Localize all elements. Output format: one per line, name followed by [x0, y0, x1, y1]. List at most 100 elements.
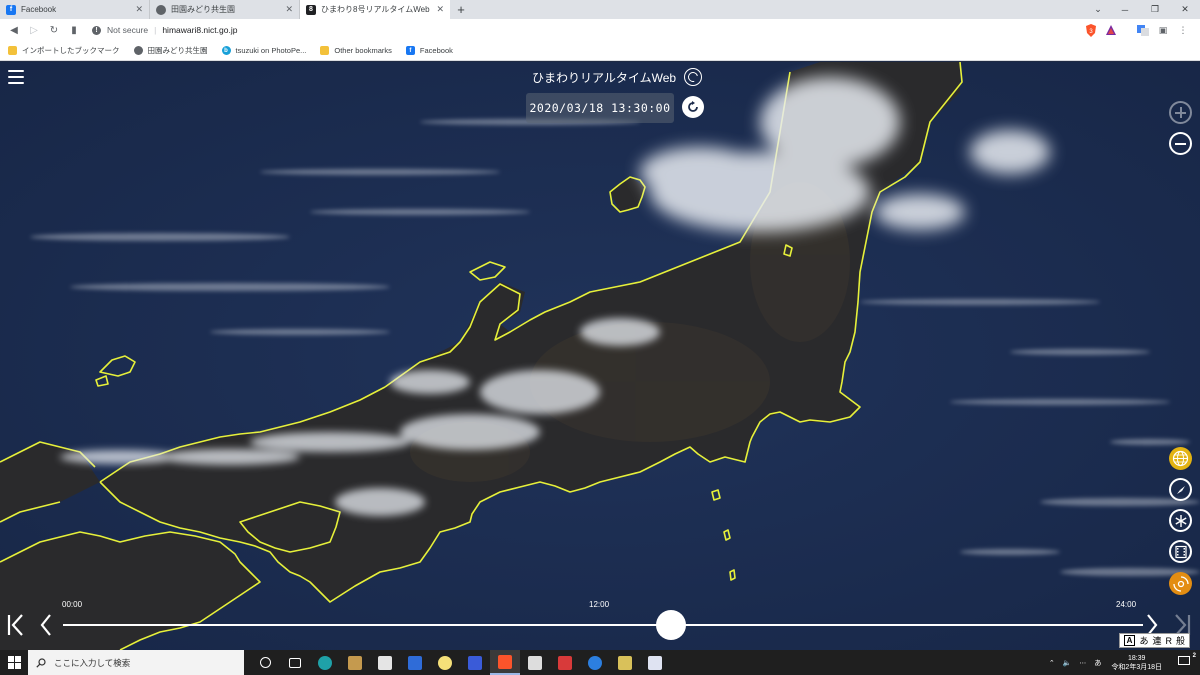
bookmark-icon[interactable]: ▮	[64, 19, 84, 41]
store-icon	[378, 655, 392, 670]
forward-button[interactable]: ▷	[24, 19, 44, 41]
bookmark-facebook[interactable]: f Facebook	[405, 46, 453, 55]
close-window-button[interactable]: ✕	[1170, 0, 1200, 19]
ime-item[interactable]: R	[1165, 636, 1172, 646]
back-button[interactable]: ◀	[4, 19, 24, 41]
network-icon[interactable]: ⋯	[1075, 659, 1090, 667]
bookmark-other[interactable]: Other bookmarks	[320, 46, 392, 55]
brave-shield-icon[interactable]: 3	[1084, 23, 1098, 37]
satellite-viewport[interactable]: ひまわりリアルタイムWeb 2020/03/18 13:30:00 00:00 …	[0, 62, 1200, 650]
tab-close-icon[interactable]: ✕	[436, 4, 444, 15]
app-icon	[438, 655, 452, 670]
tab-close-icon[interactable]: ✕	[135, 4, 143, 15]
app-button[interactable]	[520, 650, 550, 675]
toolbar-divider	[1124, 23, 1130, 37]
extensions-area: 3 ▣ ⋮	[1084, 23, 1200, 37]
tab-search-icon[interactable]: ⌄	[1086, 0, 1110, 19]
app-button[interactable]	[460, 650, 490, 675]
timeline-end-label: 24:00	[1116, 600, 1137, 609]
zoom-in-button[interactable]	[1169, 101, 1192, 124]
tray-overflow-icon[interactable]: ⌃	[1045, 659, 1059, 667]
start-button[interactable]	[0, 650, 28, 675]
store-button[interactable]	[370, 650, 400, 675]
explorer-icon	[408, 655, 422, 670]
bookmark-denen[interactable]: 田園みどり共生園	[133, 45, 208, 56]
extensions-icon[interactable]: ▣	[1156, 23, 1170, 37]
compass-button[interactable]	[1169, 478, 1192, 501]
info-icon[interactable]: !	[92, 25, 101, 35]
address-bar[interactable]: ! Not secure | himawari8.nict.go.jp	[84, 21, 1084, 39]
ime-mode-indicator[interactable]: あ	[1090, 658, 1105, 668]
satellite-image[interactable]	[0, 62, 1200, 650]
menu-dots-icon[interactable]: ⋮	[1176, 23, 1190, 37]
tab-title: 田園みどり共生園	[171, 5, 235, 14]
menu-line	[8, 76, 24, 78]
cortana-button[interactable]	[250, 650, 280, 675]
clock[interactable]: 18:39 令和2年3月18日	[1105, 654, 1168, 672]
ime-item[interactable]: A	[1123, 635, 1136, 646]
tab-strip: f Facebook ✕ 田園みどり共生園 ✕ 8 ひまわり8号リアルタイムWe…	[0, 0, 1200, 19]
taskbar-search[interactable]: ここに入力して検索	[28, 650, 244, 675]
timeline-mid-label: 12:00	[589, 600, 610, 609]
tab-denen[interactable]: 田園みどり共生園 ✕	[150, 0, 300, 19]
app-button[interactable]	[610, 650, 640, 675]
security-status: Not secure	[107, 25, 149, 35]
timeline-start-label: 00:00	[62, 600, 83, 609]
search-placeholder: ここに入力して検索	[54, 657, 131, 668]
new-tab-button[interactable]: +	[450, 0, 472, 19]
globe-button[interactable]	[1169, 447, 1192, 470]
app-button[interactable]	[340, 650, 370, 675]
menu-button[interactable]	[8, 70, 24, 84]
timeline-track[interactable]	[63, 624, 1143, 626]
minimize-button[interactable]: ─	[1110, 0, 1140, 19]
bookmark-photopea[interactable]: b tsuzuki on PhotoPe...	[221, 46, 307, 55]
task-view-button[interactable]	[280, 650, 310, 675]
snowflake-icon	[1174, 514, 1187, 527]
minus-icon	[1175, 142, 1186, 145]
notification-button[interactable]: 2	[1168, 653, 1200, 669]
app-icon	[348, 655, 362, 670]
bookmark-label: tsuzuki on PhotoPe...	[235, 46, 307, 55]
edge-button[interactable]	[310, 650, 340, 675]
facebook-icon: f	[6, 4, 16, 15]
app-title-text: ひまわりリアルタイムWeb	[532, 70, 677, 85]
prev-frame-button[interactable]	[34, 610, 58, 640]
system-tray: ⌃ 🔈 ⋯ あ 18:39 令和2年3月18日 2	[1045, 650, 1200, 675]
tab-close-icon[interactable]: ✕	[285, 4, 293, 15]
bookmark-label: Facebook	[419, 46, 453, 55]
volume-icon[interactable]: 🔈	[1059, 659, 1076, 667]
ime-item[interactable]: あ	[1139, 634, 1148, 647]
tab-himawari[interactable]: 8 ひまわり8号リアルタイムWeb - NICT ✕	[300, 0, 450, 19]
app-button[interactable]	[580, 650, 610, 675]
app-button[interactable]	[550, 650, 580, 675]
brave-icon	[498, 654, 512, 669]
app-button[interactable]	[430, 650, 460, 675]
ime-toolbar[interactable]: A あ 連 R 般	[1118, 633, 1190, 648]
translate-icon[interactable]	[1136, 23, 1150, 37]
timeline-handle[interactable]	[655, 610, 686, 640]
taskbar: ここに入力して検索 ⌃ 🔈 ⋯ あ 18:39 令和2年3月18日 2	[0, 650, 1200, 675]
datetime-text: 2020/03/18 13:30:00	[529, 101, 671, 115]
datetime-display[interactable]: 2020/03/18 13:30:00	[526, 93, 674, 123]
snow-button[interactable]	[1169, 509, 1192, 532]
first-frame-button[interactable]	[4, 610, 28, 640]
folder-icon	[320, 46, 330, 55]
brave-rewards-icon[interactable]	[1104, 23, 1118, 37]
nict-logo-icon	[684, 68, 703, 86]
app-button[interactable]	[640, 650, 670, 675]
tab-title: Facebook	[21, 5, 57, 14]
tab-facebook[interactable]: f Facebook ✕	[0, 0, 150, 19]
refresh-button[interactable]	[682, 96, 704, 118]
ime-item[interactable]: 連	[1152, 634, 1161, 647]
brave-button[interactable]	[490, 650, 520, 675]
menu-line	[8, 82, 24, 84]
maximize-button[interactable]: ❐	[1140, 0, 1170, 19]
reload-button[interactable]: ↻	[44, 19, 64, 41]
explorer-button[interactable]	[400, 650, 430, 675]
ime-item[interactable]: 般	[1176, 634, 1185, 647]
typhoon-button[interactable]	[1169, 572, 1192, 595]
movie-button[interactable]	[1169, 540, 1192, 563]
zoom-out-button[interactable]	[1169, 132, 1192, 155]
bookmark-imported[interactable]: インポートしたブックマーク	[8, 45, 120, 56]
taskbar-apps	[250, 650, 670, 675]
